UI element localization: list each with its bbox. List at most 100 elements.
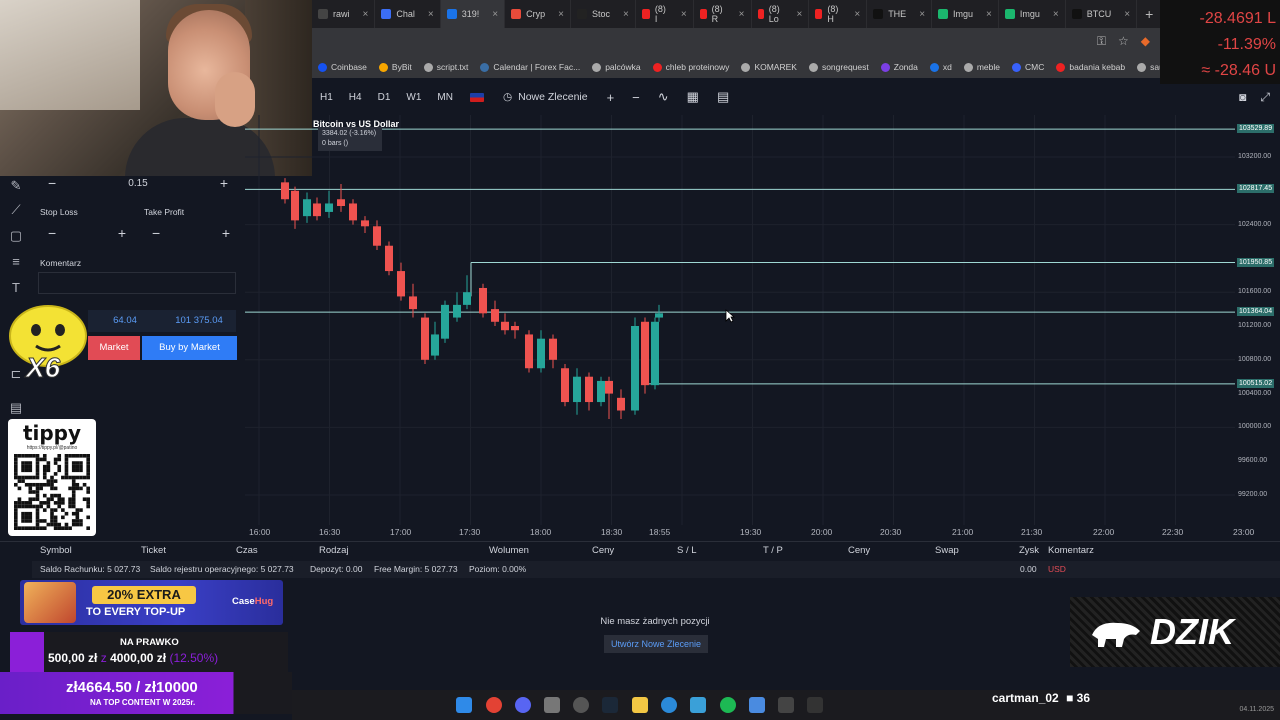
browser-tab[interactable]: THE × xyxy=(867,0,933,28)
bookmark-item[interactable]: Coinbase xyxy=(318,62,367,72)
new-order-button[interactable]: ◷ Nowe Zlecenie xyxy=(493,91,598,103)
browser-tab[interactable]: Chal × xyxy=(375,0,441,28)
browser-tab[interactable]: rawi × xyxy=(312,0,376,28)
price-axis[interactable]: 103200.00 102400.00 101600.00 101200.00 1008… xyxy=(1236,115,1280,525)
comment-input[interactable] xyxy=(38,272,236,294)
bookmark-item[interactable]: songrequest xyxy=(808,62,869,72)
tab-close-icon[interactable]: × xyxy=(428,9,434,20)
timeframe-h4[interactable]: H4 xyxy=(341,92,370,103)
app-icon[interactable] xyxy=(544,697,560,713)
timeframe-d1[interactable]: D1 xyxy=(370,92,399,103)
chrome-icon[interactable] xyxy=(486,697,502,713)
bookmark-item[interactable]: ByBit xyxy=(378,62,412,72)
take-profit-minus-button[interactable]: − xyxy=(152,225,160,241)
browser-tab[interactable]: (8) I × xyxy=(636,0,694,28)
volume-value[interactable]: 0.15 xyxy=(128,178,147,189)
volume-minus-button[interactable]: − xyxy=(48,175,56,191)
tab-close-icon[interactable]: × xyxy=(854,9,860,20)
star-icon[interactable]: ☆ xyxy=(1118,34,1129,49)
tab-close-icon[interactable]: × xyxy=(1124,9,1130,20)
browser-tab[interactable]: Imgu × xyxy=(932,0,999,28)
stop-loss-minus-button[interactable]: − xyxy=(48,225,56,241)
windows-start-icon[interactable] xyxy=(456,697,472,713)
pencil-icon[interactable]: ✎ xyxy=(8,178,24,194)
col-ticket[interactable]: Ticket xyxy=(141,545,166,556)
browser-tab[interactable]: 319! × xyxy=(440,0,506,28)
template-icon[interactable]: ▤ xyxy=(708,89,738,105)
tab-close-icon[interactable]: × xyxy=(681,9,687,20)
tab-close-icon[interactable]: × xyxy=(558,9,564,20)
timeframe-w1[interactable]: W1 xyxy=(398,92,429,103)
app2-icon[interactable] xyxy=(778,697,794,713)
take-profit-stepper[interactable]: − + xyxy=(152,223,230,243)
tab-close-icon[interactable]: × xyxy=(492,9,498,20)
bookmark-item[interactable]: Calendar | Forex Fac... xyxy=(480,62,580,72)
create-order-button[interactable]: Utwórz Nowe Zlecenie xyxy=(604,635,708,653)
col-ceny-close[interactable]: Ceny xyxy=(848,545,870,556)
col-czas[interactable]: Czas xyxy=(236,545,258,556)
stop-loss-plus-button[interactable]: + xyxy=(118,225,126,241)
volume-stepper[interactable]: − 0.15 + xyxy=(48,173,228,193)
tab-close-icon[interactable]: × xyxy=(919,9,925,20)
browser-tab[interactable]: (8) Lo × xyxy=(752,0,810,28)
bookmark-item[interactable]: xd xyxy=(929,62,952,72)
browser-tab[interactable]: Imgu × xyxy=(999,0,1066,28)
notepad-icon[interactable] xyxy=(749,697,765,713)
col-rodzaj[interactable]: Rodzaj xyxy=(319,545,349,556)
text-icon[interactable]: T xyxy=(8,280,24,296)
timeframe-mn[interactable]: MN xyxy=(429,92,461,103)
timeframe-h1[interactable]: H1 xyxy=(312,92,341,103)
fullscreen-icon[interactable]: ⤢ xyxy=(1260,90,1270,105)
extension-icon[interactable]: ◆ xyxy=(1141,34,1150,49)
bookmark-item[interactable]: chleb proteinowy xyxy=(652,62,729,72)
browser-tab[interactable]: Stoc × xyxy=(571,0,636,28)
col-sl[interactable]: S / L xyxy=(677,545,697,556)
browser-tab[interactable]: (8) R × xyxy=(694,0,752,28)
tab-close-icon[interactable]: × xyxy=(739,9,745,20)
trendline-icon[interactable]: ⟋ xyxy=(8,202,24,218)
browser-tab[interactable]: Cryp × xyxy=(505,0,571,28)
bookmark-item[interactable]: meble xyxy=(963,62,1000,72)
volume-plus-button[interactable]: + xyxy=(220,175,228,191)
calendar-icon[interactable]: ▦ xyxy=(678,89,708,105)
new-tab-icon[interactable]: + xyxy=(1137,6,1161,22)
indicators-icon[interactable]: ∿ xyxy=(649,89,678,105)
buy-market-button[interactable]: Buy by Market xyxy=(142,336,237,360)
folder-icon[interactable] xyxy=(632,697,648,713)
browser-icon[interactable] xyxy=(661,697,677,713)
bookmark-item[interactable]: CMC xyxy=(1012,62,1044,72)
camera-icon[interactable]: ◙ xyxy=(1239,90,1246,105)
col-tp[interactable]: T / P xyxy=(763,545,783,556)
tab-close-icon[interactable]: × xyxy=(363,9,369,20)
browser-tab[interactable]: (8) H × xyxy=(809,0,868,28)
bookmark-item[interactable]: KOMAREK xyxy=(741,62,797,72)
bookmark-item[interactable]: Zonda xyxy=(880,62,918,72)
col-swap[interactable]: Swap xyxy=(935,545,959,556)
tab-close-icon[interactable]: × xyxy=(1053,9,1059,20)
browser-tab[interactable]: BTCU × xyxy=(1066,0,1138,28)
take-profit-plus-button[interactable]: + xyxy=(222,225,230,241)
tab-close-icon[interactable]: × xyxy=(797,9,803,20)
obs-icon[interactable] xyxy=(573,697,589,713)
col-symbol[interactable]: Symbol xyxy=(40,545,72,556)
time-axis[interactable]: 16:00 16:30 17:00 17:30 18:00 18:30 18:55 19:30… xyxy=(245,524,1280,540)
sell-market-button[interactable]: Market xyxy=(88,336,140,360)
tab-close-icon[interactable]: × xyxy=(986,9,992,20)
shape-icon[interactable]: ▢ xyxy=(8,228,24,244)
bookmark-item[interactable]: script.txt xyxy=(423,62,468,72)
col-ceny-open[interactable]: Ceny xyxy=(592,545,614,556)
flag-icon[interactable] xyxy=(461,90,493,105)
list-icon[interactable]: ▤ xyxy=(8,400,24,416)
col-wolumen[interactable]: Wolumen xyxy=(489,545,529,556)
zoom-out-icon[interactable]: − xyxy=(623,90,649,105)
col-zysk[interactable]: Zysk xyxy=(1019,545,1039,556)
discord-icon[interactable] xyxy=(515,697,531,713)
key-icon[interactable]: ⚿ xyxy=(1097,34,1106,49)
terminal-icon[interactable] xyxy=(807,697,823,713)
spotify-icon[interactable] xyxy=(720,697,736,713)
price-chart[interactable] xyxy=(245,115,1235,525)
bookmark-item[interactable]: badania kebab xyxy=(1056,62,1125,72)
bookmark-item[interactable]: palcówka xyxy=(592,62,641,72)
tool-icon[interactable] xyxy=(690,697,706,713)
tab-close-icon[interactable]: × xyxy=(623,9,629,20)
